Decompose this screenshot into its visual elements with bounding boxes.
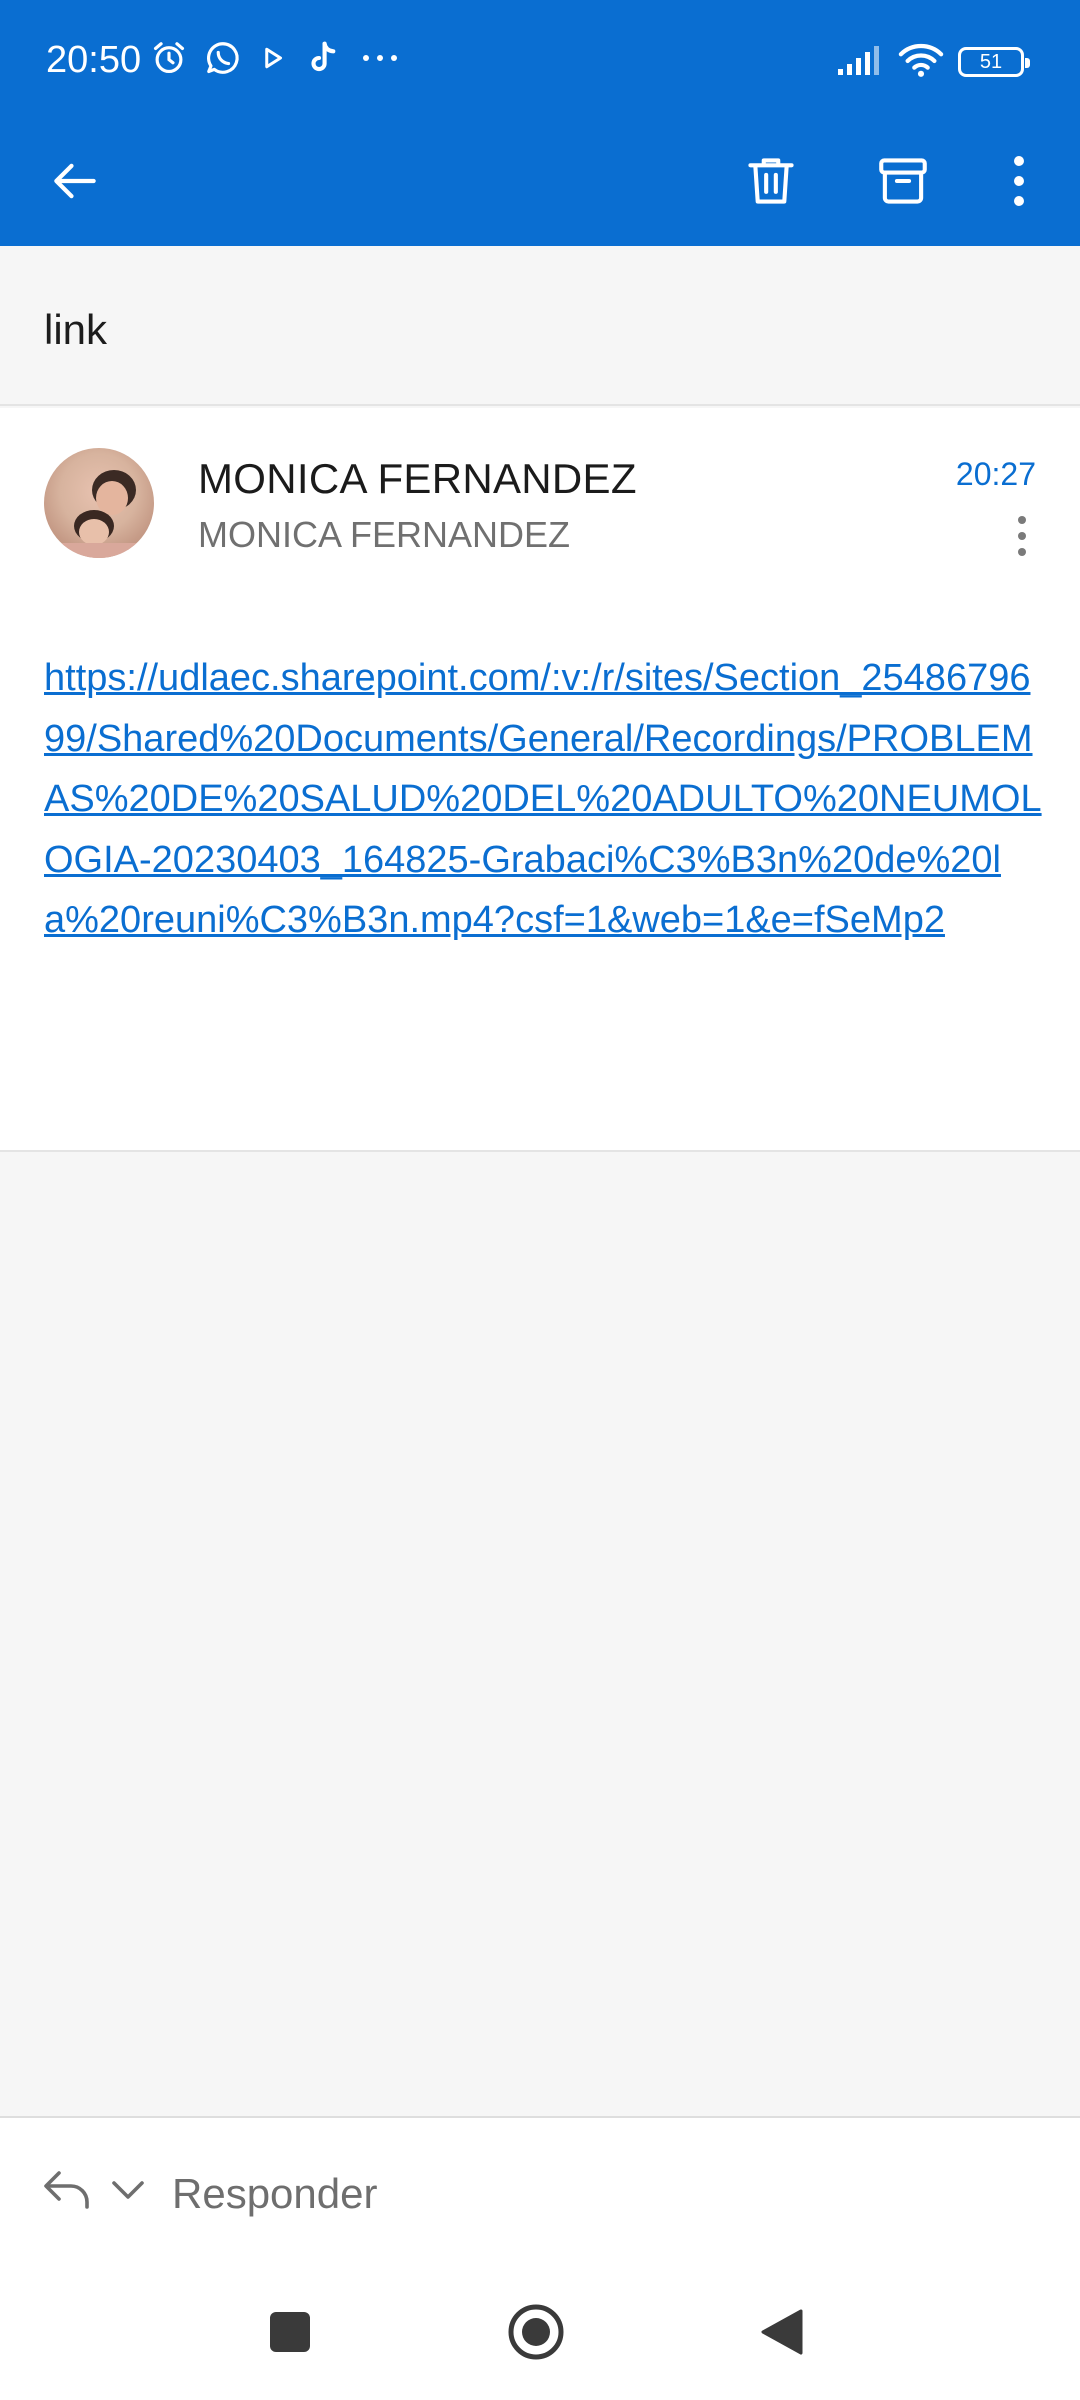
square-icon bbox=[268, 2310, 312, 2359]
vertical-dots-icon bbox=[1009, 153, 1029, 214]
battery-icon: 51 bbox=[958, 47, 1030, 77]
signal-icon bbox=[836, 43, 884, 82]
reply-icon bbox=[41, 2167, 95, 2218]
home-button[interactable] bbox=[496, 2294, 576, 2374]
back-nav-button[interactable] bbox=[742, 2294, 822, 2374]
system-icons: 51 bbox=[836, 38, 1030, 86]
reply-label[interactable]: Responder bbox=[172, 2168, 377, 2220]
reply-options-button[interactable] bbox=[106, 2166, 150, 2218]
wifi-icon bbox=[898, 40, 944, 85]
home-circle-icon bbox=[506, 2302, 566, 2367]
archive-icon bbox=[874, 152, 932, 215]
play-icon bbox=[258, 43, 288, 78]
more-dots-icon bbox=[358, 48, 402, 73]
sender-email: MONICA FERNANDEZ bbox=[198, 514, 571, 555]
message-time: 20:27 bbox=[955, 456, 1036, 492]
reply-button[interactable] bbox=[38, 2162, 98, 2222]
delete-button[interactable] bbox=[726, 138, 816, 228]
toolbar bbox=[0, 120, 1080, 246]
chevron-down-icon bbox=[110, 2179, 146, 2206]
vertical-dots-icon bbox=[1016, 514, 1028, 563]
arrow-left-icon bbox=[47, 153, 103, 214]
email-subject: link bbox=[44, 306, 108, 353]
system-nav-bar bbox=[0, 2266, 1080, 2400]
back-button[interactable] bbox=[30, 138, 120, 228]
avatar[interactable] bbox=[44, 448, 154, 558]
subject-bar: link bbox=[0, 246, 1080, 406]
email-message: MONICA FERNANDEZ MONICA FERNANDEZ 20:27 … bbox=[0, 408, 1080, 1152]
notification-icons bbox=[150, 36, 402, 84]
sender-name: MONICA FERNANDEZ bbox=[198, 455, 637, 502]
reply-bar: Responder bbox=[0, 2116, 1080, 2266]
status-time: 20:50 bbox=[46, 39, 142, 81]
alarm-icon bbox=[150, 39, 188, 82]
tiktok-icon bbox=[304, 39, 342, 82]
more-options-button[interactable] bbox=[974, 138, 1064, 228]
message-more-button[interactable] bbox=[1002, 508, 1042, 568]
status-bar: 20:50 51 bbox=[0, 0, 1080, 120]
app-header: 20:50 51 bbox=[0, 0, 1080, 246]
recents-button[interactable] bbox=[250, 2294, 330, 2374]
whatsapp-icon bbox=[204, 39, 242, 82]
archive-button[interactable] bbox=[858, 138, 948, 228]
battery-level: 51 bbox=[979, 51, 1003, 73]
trash-icon bbox=[742, 152, 800, 215]
triangle-back-icon bbox=[759, 2307, 805, 2362]
body-link[interactable]: https://udlaec.sharepoint.com/:v:/r/site… bbox=[44, 648, 1044, 951]
